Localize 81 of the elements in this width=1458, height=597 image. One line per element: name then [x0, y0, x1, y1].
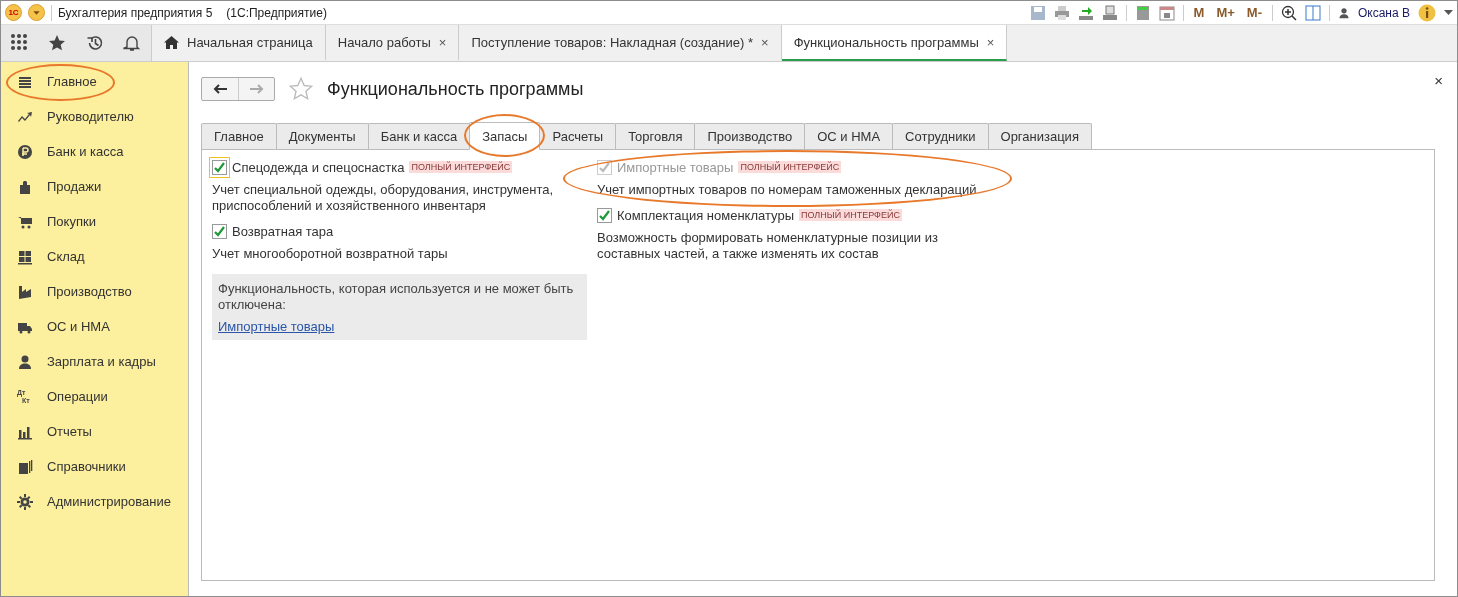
- option-label: Комплектация номенклатуры: [617, 207, 794, 223]
- interface-badge: ПОЛНЫЙ ИНТЕРФЕЙС: [799, 209, 902, 221]
- sidebar-item[interactable]: ОС и НМА: [47, 319, 110, 334]
- form-tab[interactable]: Расчеты: [539, 123, 617, 149]
- ruble-icon: [17, 143, 33, 160]
- user-icon: [1337, 6, 1350, 19]
- sidebar-item[interactable]: Отчеты: [47, 424, 92, 439]
- gear-icon: [17, 493, 33, 510]
- form-tab[interactable]: Торговля: [615, 123, 696, 149]
- page-tab[interactable]: Начало работы ×: [325, 25, 460, 61]
- favorite-star-icon[interactable]: [289, 77, 313, 101]
- memory-button[interactable]: M+: [1214, 5, 1237, 20]
- close-icon[interactable]: ×: [438, 34, 447, 50]
- form-tab[interactable]: Производство: [694, 123, 806, 149]
- option-label: Возвратная тара: [232, 223, 334, 239]
- info-text: Функциональность, которая используется и не может быть отключена:: [218, 281, 575, 313]
- checkbox[interactable]: [597, 207, 612, 223]
- option-description: Учет специальной одежды, оборудования, инструмента, приспособлений и хозяйственного инвентаря: [212, 182, 555, 214]
- option-label: Спецодежда и спецоснастка: [232, 159, 405, 175]
- window-title: Бухгалтерия предприятия 5: [58, 5, 213, 20]
- print-icon[interactable]: [1053, 4, 1070, 21]
- checkbox[interactable]: [212, 223, 227, 239]
- books-icon: [17, 458, 33, 475]
- close-icon[interactable]: ×: [1434, 72, 1443, 89]
- form-tab[interactable]: Сотрудники: [892, 123, 989, 149]
- page-tab[interactable]: Поступление товаров: Накладная (создание) * ×: [459, 25, 782, 61]
- close-icon[interactable]: ×: [986, 34, 995, 50]
- info-icon[interactable]: [1418, 3, 1436, 22]
- grid-icon: [17, 248, 33, 265]
- zoom-icon[interactable]: [1280, 4, 1297, 21]
- form-tab[interactable]: Запасы: [469, 122, 541, 150]
- calendar-icon[interactable]: [1158, 4, 1175, 21]
- save-icon[interactable]: [1029, 4, 1046, 21]
- export-icon[interactable]: [1077, 4, 1094, 21]
- option-description: Учет импортных товаров по номерам таможенных деклараций: [597, 182, 978, 198]
- dropdown-icon[interactable]: [28, 4, 45, 21]
- sidebar-item[interactable]: Зарплата и кадры: [47, 354, 156, 369]
- sidebar-item[interactable]: Покупки: [47, 214, 96, 229]
- panel-icon[interactable]: [1304, 4, 1321, 21]
- sidebar-item[interactable]: Продажи: [47, 179, 102, 194]
- form-tab[interactable]: ОС и НМА: [804, 123, 894, 149]
- memory-button[interactable]: M-: [1244, 5, 1264, 20]
- factory-icon: [17, 283, 33, 300]
- interface-badge: ПОЛНЫЙ ИНТЕРФЕЙС: [738, 161, 842, 173]
- back-arrow-icon: [213, 84, 227, 94]
- star-icon[interactable]: [48, 34, 67, 52]
- person-icon: [17, 353, 33, 370]
- sidebar-item[interactable]: Банк и касса: [47, 144, 124, 159]
- sidebar-item[interactable]: Операции: [47, 389, 108, 404]
- feature-link[interactable]: Импортные товары: [218, 319, 335, 334]
- sidebar-item[interactable]: Главное: [47, 74, 97, 89]
- form-tab[interactable]: Организация: [987, 123, 1092, 149]
- sidebar-item[interactable]: Справочники: [47, 459, 126, 474]
- bag-icon: [17, 178, 33, 195]
- option-label: Импортные товары: [617, 159, 734, 175]
- app-logo[interactable]: 1С: [5, 4, 22, 21]
- sidebar-item[interactable]: Производство: [47, 284, 132, 299]
- history-icon[interactable]: [85, 34, 104, 52]
- forward-arrow-icon: [249, 84, 264, 94]
- form-title: Функциональность программы: [327, 78, 584, 100]
- option-description: Учет многооборотной возвратной тары: [212, 246, 449, 262]
- close-icon[interactable]: ×: [761, 34, 769, 50]
- page-tab[interactable]: Начальная страница: [152, 25, 326, 61]
- window-subtitle: (1С:Предприятие): [226, 5, 327, 20]
- form-tab[interactable]: Документы: [275, 123, 369, 149]
- bell-icon[interactable]: [123, 34, 142, 52]
- home-icon: [164, 35, 179, 49]
- sidebar-item[interactable]: Руководителю: [47, 109, 134, 124]
- apps-grid-icon[interactable]: [10, 34, 29, 52]
- form-tab[interactable]: Главное: [201, 123, 277, 149]
- caret-icon[interactable]: [1444, 9, 1453, 16]
- form-tab[interactable]: Банк и касса: [367, 123, 471, 149]
- user-name[interactable]: Оксана В: [1357, 5, 1410, 20]
- page-tab[interactable]: Функциональность программы ×: [781, 25, 1008, 61]
- calculator-icon[interactable]: [1134, 4, 1151, 21]
- memory-button[interactable]: M: [1191, 5, 1207, 20]
- sidebar-item[interactable]: Склад: [47, 249, 85, 264]
- sidebar-item[interactable]: Администрирование: [47, 494, 171, 509]
- option-description: Возможность формировать номенклатурные позиции из составных частей, а также изменять их состав: [597, 230, 939, 262]
- interface-badge: ПОЛНЫЙ ИНТЕРФЕЙС: [409, 161, 513, 173]
- scanner-icon[interactable]: [1101, 4, 1118, 21]
